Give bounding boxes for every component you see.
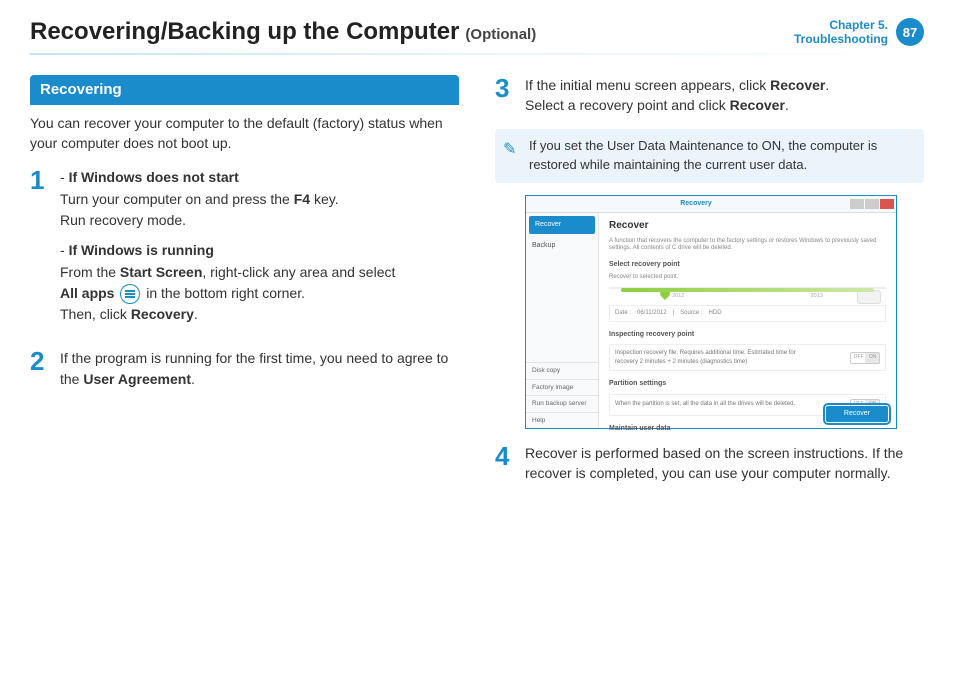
step3-l1-pre: If the initial menu screen appears, clic…: [525, 77, 770, 93]
f4-key: F4: [294, 191, 310, 207]
window-main: Recover A function that recovers the com…: [599, 213, 896, 428]
step2-post: .: [191, 371, 195, 387]
main-desc: A function that recovers the computer to…: [609, 238, 886, 252]
step-3: 3 If the initial menu screen appears, cl…: [495, 75, 924, 116]
window-titlebar: Recovery: [526, 196, 896, 213]
timeline-restore-button[interactable]: [857, 290, 881, 304]
minimize-button[interactable]: [850, 199, 864, 209]
info-date: 06/11/2012: [637, 309, 667, 318]
info-src: HDD: [709, 309, 722, 318]
dash: -: [60, 242, 69, 258]
left-column: Recovering You can recover your computer…: [30, 75, 459, 498]
recovery-timeline[interactable]: [609, 287, 886, 289]
step1b-l3-pre: Then, click: [60, 306, 131, 322]
step3-l2-pre: Select a recovery point and click: [525, 97, 730, 113]
note-text: If you set the User Data Maintenance to …: [529, 138, 877, 172]
sec-partition: Partition settings: [609, 379, 886, 389]
step1b-l1-post: , right-click any area and select: [202, 264, 395, 280]
partition-desc: When the partition is set, all the data …: [615, 400, 795, 409]
window-sidebar: Recover Backup Disk copy Factory image R…: [526, 213, 599, 428]
step3-l1-post: .: [825, 77, 829, 93]
step1b-l2-post: in the bottom right corner.: [146, 285, 305, 301]
maximize-button[interactable]: [865, 199, 879, 209]
note-box: ✎ If you set the User Data Maintenance t…: [495, 129, 924, 183]
step-1: 1 - If Windows does not start Turn your …: [30, 167, 459, 334]
all-apps-icon: [120, 284, 140, 304]
step1a-title: If Windows does not start: [69, 169, 239, 185]
main-title: Recover: [609, 219, 886, 234]
window-title: Recovery: [542, 199, 850, 209]
step-2: 2 If the program is running for the firs…: [30, 348, 459, 389]
step-number: 3: [495, 75, 515, 116]
step-4: 4 Recover is performed based on the scre…: [495, 443, 924, 484]
sidebar-item-recover[interactable]: Recover: [529, 216, 595, 234]
recover-bold2: Recover: [730, 97, 785, 113]
sidebar-item-factory[interactable]: Factory image: [526, 379, 598, 395]
inspect-toggle[interactable]: OFF ON: [850, 352, 880, 364]
close-button[interactable]: [880, 199, 894, 209]
step4-text: Recover is performed based on the screen…: [525, 445, 903, 481]
tl-year: 2013: [811, 293, 823, 301]
step1b-l1-pre: From the: [60, 264, 120, 280]
step1a-text-post: key.: [310, 191, 339, 207]
sidebar-label: Backup: [532, 241, 555, 251]
right-column: 3 If the initial menu screen appears, cl…: [495, 75, 924, 498]
tl-year: 2012: [672, 293, 684, 301]
inspect-desc: Inspection recovery file. Requires addit…: [615, 349, 814, 366]
sec-maintain: Maintain user data: [609, 424, 886, 434]
step-number: 2: [30, 348, 50, 389]
recovery-window: Recovery Recover Backup Disk copy Factor…: [525, 195, 897, 429]
chapter-line2: Troubleshooting: [794, 32, 888, 46]
page-title-suffix: (Optional): [465, 26, 536, 43]
sidebar-item-runserver[interactable]: Run backup server: [526, 395, 598, 411]
inspect-row: Inspection recovery file. Requires addit…: [609, 344, 886, 371]
step1a-text2: Run recovery mode.: [60, 212, 186, 228]
recover-bold1: Recover: [770, 77, 825, 93]
intro-text: You can recover your computer to the def…: [30, 113, 459, 154]
sidebar-label: Recover: [535, 220, 561, 230]
sec-inspect: Inspecting recovery point: [609, 330, 886, 340]
page-number-badge: 87: [896, 18, 924, 46]
recovery-bold: Recovery: [131, 306, 194, 322]
page-header: Recovering/Backing up the Computer (Opti…: [30, 18, 924, 47]
step-number: 1: [30, 167, 50, 334]
info-date-label: Date :: [615, 309, 631, 318]
note-icon: ✎: [503, 138, 516, 161]
chapter-block: Chapter 5. Troubleshooting 87: [794, 18, 924, 47]
toggle-on: ON: [869, 354, 877, 361]
info-line: Date : 06/11/2012 | Source : HDD: [609, 305, 886, 322]
step1a-text-pre: Turn your computer on and press the: [60, 191, 294, 207]
sidebar-item-diskcopy[interactable]: Disk copy: [526, 362, 598, 378]
header-divider: [30, 53, 924, 55]
step1b-l3-post: .: [194, 306, 198, 322]
section-header-recovering: Recovering: [30, 75, 459, 105]
step1b-title: If Windows is running: [69, 242, 214, 258]
all-apps-bold: All apps: [60, 285, 114, 301]
toggle-off: OFF: [854, 354, 864, 361]
start-screen-bold: Start Screen: [120, 264, 202, 280]
recover-button[interactable]: Recover: [826, 406, 888, 422]
step-number: 4: [495, 443, 515, 484]
chapter-line1: Chapter 5.: [794, 18, 888, 32]
dash: -: [60, 169, 69, 185]
sec-select: Select recovery point: [609, 260, 886, 270]
user-agreement-bold: User Agreement: [83, 371, 191, 387]
page-title: Recovering/Backing up the Computer: [30, 18, 459, 46]
info-src-label: Source :: [680, 309, 702, 318]
sidebar-item-backup[interactable]: Backup: [526, 237, 598, 255]
step3-l2-post: .: [785, 97, 789, 113]
sidebar-item-help[interactable]: Help: [526, 412, 598, 428]
sec-select-sub: Recover to selected point.: [609, 274, 886, 281]
